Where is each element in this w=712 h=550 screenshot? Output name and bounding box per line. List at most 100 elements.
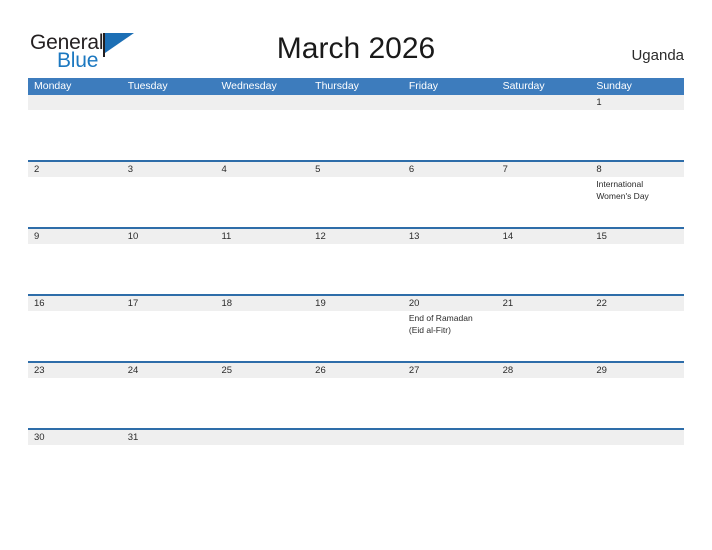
day-number [497,95,591,110]
calendar-day-cell-28[interactable]: 28 [497,363,591,428]
country-label: Uganda [631,47,684,64]
calendar-day-cell-2[interactable]: 2 [28,162,122,227]
day-number: 24 [127,365,139,376]
calendar-week-body: 9 10 11 12 13 14 15 [28,229,684,294]
calendar-day-cell-3[interactable]: 3 [122,162,216,227]
day-number: 21 [502,298,514,309]
day-number: 2 [34,164,40,175]
calendar-day-cell-25[interactable]: 25 [215,363,309,428]
day-events: International Women's Day [590,177,684,202]
calendar-week-body: 1 [28,95,684,160]
day-number [28,95,122,110]
day-of-week-header-saturday: Saturday [502,80,545,92]
day-number: 4 [221,164,227,175]
calendar-day-cell-empty [215,95,309,160]
calendar-day-cell-22[interactable]: 22 [590,296,684,361]
day-number: 27 [408,365,420,376]
calendar-day-cell-empty [497,430,591,456]
calendar-weeks: 1 2 3 4 5 6 7 8 International Women's Day 9 10 11 12 1… [28,95,684,456]
calendar-day-cell-26[interactable]: 26 [309,363,403,428]
day-number: 7 [502,164,508,175]
day-number [309,430,403,445]
day-number [215,430,309,445]
calendar-day-cell-5[interactable]: 5 [309,162,403,227]
calendar-day-cell-21[interactable]: 21 [497,296,591,361]
day-number: 19 [315,298,326,309]
calendar-day-cell-8[interactable]: 8 International Women's Day [590,162,684,227]
calendar-week-row: 30 31 [28,428,684,456]
day-number: 11 [221,231,232,242]
day-number: 16 [34,298,45,309]
calendar-week-body: 23 24 25 26 27 28 29 [28,363,684,428]
day-number: 23 [34,365,45,376]
day-number [215,95,309,110]
calendar-week-body: 30 31 [28,430,684,456]
day-of-week-header-sunday: Sunday [596,80,632,92]
day-number: 22 [596,298,607,309]
calendar-day-cell-20[interactable]: 20 End of Ramadan (Eid al-Fitr) [403,296,497,361]
day-events: End of Ramadan (Eid al-Fitr) [403,311,497,336]
calendar-day-cell-empty [403,430,497,456]
calendar-day-cell-empty [403,95,497,160]
calendar-day-cell-27[interactable]: 27 [403,363,497,428]
calendar-day-cell-18[interactable]: 18 [215,296,309,361]
calendar-day-cell-29[interactable]: 29 [590,363,684,428]
calendar-day-cell-empty [28,95,122,160]
day-number [590,430,684,445]
calendar-day-cell-empty [497,95,591,160]
day-number: 3 [127,164,134,175]
day-number [122,95,216,110]
day-number: 17 [127,298,139,309]
calendar-grid: Monday Tuesday Wednesday Thursday Friday Satu… [28,78,684,456]
page-header: General Blue March 2026 Uganda [0,0,712,78]
calendar-day-cell-6[interactable]: 6 [403,162,497,227]
calendar-day-cell-17[interactable]: 17 [122,296,216,361]
calendar-day-cell-empty [590,430,684,456]
day-number: 9 [34,231,40,242]
calendar-day-cell-4[interactable]: 4 [215,162,309,227]
day-number: 31 [127,432,139,443]
calendar-day-cell-10[interactable]: 10 [122,229,216,294]
day-number: 12 [315,231,326,242]
day-number: 18 [221,298,233,309]
calendar-day-cell-30[interactable]: 30 [28,430,122,456]
calendar-day-cell-empty [215,430,309,456]
calendar-day-cell-23[interactable]: 23 [28,363,122,428]
calendar-week-row: 23 24 25 26 27 28 29 [28,361,684,428]
day-number: 28 [502,365,514,376]
calendar-week-row: 9 10 11 12 13 14 15 [28,227,684,294]
day-number: 29 [596,365,607,376]
calendar-day-cell-13[interactable]: 13 [403,229,497,294]
calendar-day-cell-12[interactable]: 12 [309,229,403,294]
calendar-day-cell-7[interactable]: 7 [497,162,591,227]
calendar-week-body: 16 17 18 19 20 End of Ramadan (Eid al-Fitr) 21 2… [28,296,684,361]
day-number [309,95,403,110]
day-of-week-header-monday: Monday [34,80,72,92]
event-text-line: End of Ramadan [408,313,473,323]
calendar-day-cell-14[interactable]: 14 [497,229,591,294]
day-of-week-header-thursday: Thursday [315,80,359,92]
day-number: 13 [408,231,420,242]
calendar-day-cell-24[interactable]: 24 [122,363,216,428]
day-number: 30 [34,432,45,443]
day-number: 15 [596,231,607,242]
day-number [497,430,591,445]
calendar-day-cell-16[interactable]: 16 [28,296,122,361]
day-of-week-header-friday: Friday [408,80,439,92]
calendar-week-row: 16 17 18 19 20 End of Ramadan (Eid al-Fitr) 21 2… [28,294,684,361]
event-text-line: (Eid al-Fitr) [408,324,451,335]
day-number [403,95,497,110]
calendar-day-cell-19[interactable]: 19 [309,296,403,361]
day-number: 6 [408,164,415,175]
day-number: 25 [221,365,233,376]
calendar-day-cell-1[interactable]: 1 [590,95,684,160]
calendar-day-cell-11[interactable]: 11 [215,229,309,294]
calendar-day-cell-31[interactable]: 31 [122,430,216,456]
calendar-week-body: 2 3 4 5 6 7 8 International Women's Day [28,162,684,227]
calendar-day-cell-empty [122,95,216,160]
day-number: 20 [408,298,420,309]
event-text-line: Women's Day [596,190,649,201]
calendar-day-cell-15[interactable]: 15 [590,229,684,294]
calendar-day-cell-9[interactable]: 9 [28,229,122,294]
day-of-week-header-row: Monday Tuesday Wednesday Thursday Friday Satu… [28,78,684,95]
